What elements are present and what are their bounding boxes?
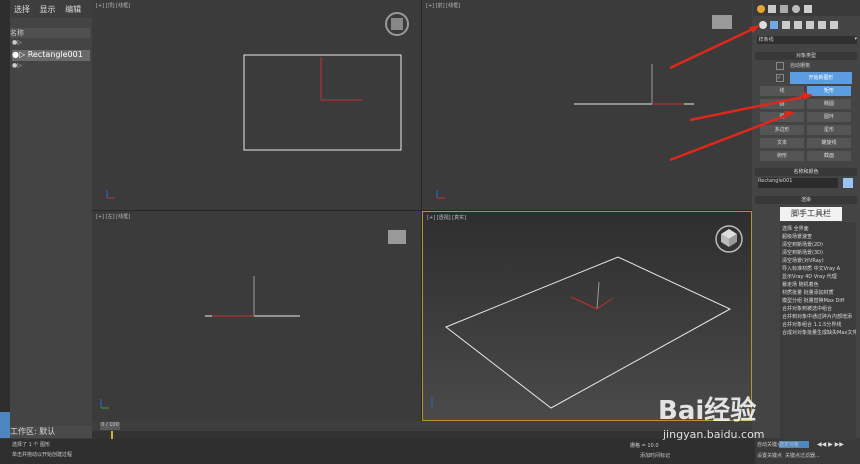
playback-controls-icon[interactable]: ◀◀ ▶ ▶▶ xyxy=(817,441,844,448)
create-tab-icon[interactable] xyxy=(757,5,765,13)
object-name-field[interactable]: Rectangle001 xyxy=(758,178,838,188)
cameras-icon[interactable] xyxy=(794,21,802,29)
menu-item[interactable]: 清空场景(对VRay) xyxy=(782,257,856,264)
baidu-watermark-logo: Bai经验 xyxy=(658,396,757,426)
top-view-canvas xyxy=(106,12,409,199)
baidu-watermark-url: jingyan.baidu.com xyxy=(663,428,765,441)
systems-icon[interactable] xyxy=(830,21,838,29)
spacewarps-icon[interactable] xyxy=(818,21,826,29)
text-button[interactable]: 文本 xyxy=(760,138,804,148)
object-color-swatch[interactable] xyxy=(843,178,853,188)
grid-size-text: 栅格 = 10.0 xyxy=(630,443,659,449)
hierarchy-tab-icon[interactable] xyxy=(780,5,788,13)
tree-item[interactable]: ●▷ xyxy=(12,39,90,49)
status-selection-text: 选择了 1 个 图形 xyxy=(12,442,50,448)
key-filters-button[interactable]: 关键点过滤器... xyxy=(785,452,820,459)
rectangle-shape xyxy=(445,256,732,409)
menu-item[interactable]: 合并对象组合 1.1.5分界线 xyxy=(782,321,856,328)
viewport-left[interactable]: [+] [左] [线框] xyxy=(92,211,421,421)
explorer-menubar: 选择 显示 编辑 xyxy=(10,0,92,18)
ellipse-button[interactable]: 椭圆 xyxy=(807,99,851,109)
rendering-rollout-title[interactable]: 渲染 xyxy=(755,196,857,204)
viewport-divider xyxy=(92,210,752,211)
time-slider[interactable]: 0 / 100 xyxy=(92,421,752,431)
lights-icon[interactable] xyxy=(782,21,790,29)
object-type-rollout-title[interactable]: 对象类型 xyxy=(755,52,857,60)
auto-grid-checkbox[interactable] xyxy=(776,62,784,70)
auto-grid-label: 自动栅格 xyxy=(790,63,811,69)
rectangle-shape xyxy=(243,54,402,151)
command-panel-tabs xyxy=(753,0,860,16)
menu-item[interactable]: 选择 全界面 xyxy=(782,225,856,232)
tree-item[interactable]: ●▷ xyxy=(12,62,90,72)
explorer-toolbar-strip xyxy=(0,0,10,430)
viewcube-face xyxy=(391,18,403,30)
arc-button[interactable]: 弧 xyxy=(760,112,804,122)
menu-item[interactable]: 暴走场 随机着色 xyxy=(782,281,856,288)
rectangle-button[interactable]: 矩形 xyxy=(807,86,851,96)
menu-display[interactable]: 显示 xyxy=(40,4,56,15)
time-slider-thumb[interactable]: 0 / 100 xyxy=(100,422,120,430)
star-button[interactable]: 星形 xyxy=(807,125,851,135)
start-new-shape-button[interactable]: 开始新图形 xyxy=(790,72,852,84)
add-time-tag[interactable]: 添加时间标记 xyxy=(640,452,670,459)
tree-item-label: Rectangle001 xyxy=(27,50,83,59)
name-color-rollout-title[interactable]: 名称和颜色 xyxy=(755,168,857,176)
menu-item[interactable]: 合成对对象批量生成缺失Max文件 xyxy=(782,329,856,336)
menu-item[interactable]: 显示Vray 4D Vray 代理 xyxy=(782,273,856,280)
tree-item-rectangle001[interactable]: ●▷ Rectangle001 xyxy=(12,50,90,61)
menu-item[interactable]: 合并到对象中通过碎片内部增添 xyxy=(782,313,856,320)
front-view-canvas xyxy=(436,15,732,199)
donut-button[interactable]: 圆环 xyxy=(807,112,851,122)
section-button[interactable]: 截面 xyxy=(807,151,851,161)
line-button[interactable]: 线 xyxy=(760,86,804,96)
name-column-header[interactable]: 名称 xyxy=(10,28,90,38)
shapes-icon[interactable] xyxy=(770,21,778,29)
menu-item[interactable]: 超级场景速查 xyxy=(782,233,856,240)
track-bar[interactable] xyxy=(92,431,752,439)
viewport-top[interactable]: [+] [顶] [线框] xyxy=(92,0,421,210)
viewcube-icon xyxy=(712,15,732,29)
menu-item[interactable]: 清空到新场景(3D) xyxy=(782,249,856,256)
menu-item[interactable]: 导入标准材质 中文Vray A xyxy=(782,265,856,272)
category-dropdown[interactable]: 样条线 ▾ xyxy=(757,36,857,44)
menu-select[interactable]: 选择 xyxy=(14,4,30,15)
geometry-icon[interactable] xyxy=(759,21,767,29)
viewport-front[interactable]: [+] [前] [线框] xyxy=(422,0,752,210)
menu-edit[interactable]: 编辑 xyxy=(65,4,81,15)
left-view-canvas xyxy=(100,230,406,409)
helix-button[interactable]: 螺旋线 xyxy=(807,138,851,148)
ngon-button[interactable]: 多边形 xyxy=(760,125,804,135)
status-prompt-text: 单击并拖动以开始创建过程 xyxy=(12,452,73,458)
modify-tab-icon[interactable] xyxy=(768,5,776,13)
set-key-button[interactable]: 设置关键点 xyxy=(757,452,782,459)
utilities-tab-icon[interactable] xyxy=(804,5,812,13)
status-bar: 选择了 1 个 图形 单击并拖动以开始创建过程 栅格 = 10.0 添加时间标记 xyxy=(0,439,860,464)
viewcube-icon xyxy=(388,230,406,244)
animation-controls: 自动关键点 选定对象 设置关键点 关键点过滤器... ◀◀ ▶ ▶▶ xyxy=(755,439,860,464)
script-toolbar-title: 脚手工具栏 xyxy=(780,207,842,221)
helpers-icon[interactable] xyxy=(806,21,814,29)
workspace-selector[interactable]: 工作区: 默认 xyxy=(10,426,92,438)
menu-item[interactable]: 合并对象到被选中组合 xyxy=(782,305,856,312)
egg-button[interactable]: 卵形 xyxy=(760,151,804,161)
track-ticks xyxy=(111,431,113,439)
create-subtabs xyxy=(753,17,860,31)
menu-item[interactable]: 清空到新场景(2D) xyxy=(782,241,856,248)
motion-tab-icon[interactable] xyxy=(792,5,800,13)
selection-dropdown[interactable]: 选定对象 xyxy=(779,441,809,448)
circle-button[interactable]: 圆 xyxy=(760,99,804,109)
menu-item[interactable]: 材质批量 批量添加材质 xyxy=(782,289,856,296)
start-new-shape-checkbox[interactable]: ✓ xyxy=(776,74,784,82)
menu-item[interactable]: 模型分组 批量替换Max Diff xyxy=(782,297,856,304)
blue-status-strip xyxy=(0,412,10,438)
